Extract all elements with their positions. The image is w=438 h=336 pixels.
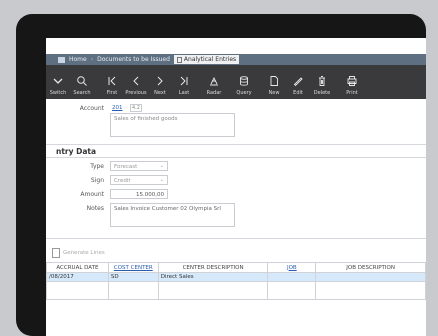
account-description-field[interactable]: Sales of finished goods xyxy=(110,113,235,137)
divider xyxy=(46,238,426,239)
previous-icon xyxy=(133,76,139,86)
type-label: Type xyxy=(90,163,104,170)
amount-label: Amount xyxy=(80,191,104,198)
breadcrumb: Home › Documents to be Issued Analytical… xyxy=(46,54,426,65)
switch-label: Switch xyxy=(49,90,67,96)
column-header-center-description[interactable]: CENTER DESCRIPTION xyxy=(157,262,269,273)
column-header-job-description[interactable]: JOB DESCRIPTION xyxy=(315,262,426,273)
database-icon xyxy=(240,76,248,86)
column-header-job[interactable]: JOB xyxy=(267,262,317,273)
printer-icon xyxy=(347,76,357,86)
edit-label: Edit xyxy=(293,90,303,96)
breadcrumb-current-tab[interactable]: Analytical Entries xyxy=(173,55,240,64)
radar-icon xyxy=(210,76,218,86)
new-button[interactable]: New xyxy=(262,75,286,96)
cell-empty[interactable] xyxy=(315,281,426,300)
search-icon xyxy=(77,76,87,86)
search-label: Search xyxy=(73,90,91,96)
document-icon xyxy=(52,248,60,258)
edit-button[interactable]: Edit xyxy=(286,75,310,96)
next-button[interactable]: Next xyxy=(148,75,172,96)
radar-button[interactable]: Radar xyxy=(202,75,226,96)
switch-button[interactable]: Switch xyxy=(46,75,70,96)
document-icon xyxy=(176,56,182,63)
first-button[interactable]: First xyxy=(100,75,124,96)
divider xyxy=(46,157,426,158)
app-screen: Home › Documents to be Issued Analytical… xyxy=(46,38,426,336)
new-document-icon xyxy=(270,76,278,86)
print-button[interactable]: Print xyxy=(340,75,364,96)
next-label: Next xyxy=(154,90,166,96)
sign-select[interactable]: Credit ⌄ xyxy=(110,175,168,185)
new-label: New xyxy=(268,90,280,96)
first-icon xyxy=(108,76,116,86)
notes-label: Notes xyxy=(86,205,104,212)
last-button[interactable]: Last xyxy=(172,75,196,96)
pencil-icon xyxy=(293,77,303,87)
last-label: Last xyxy=(178,90,190,96)
account-sub-field[interactable]: 4.2 xyxy=(130,104,142,112)
sign-value: Credit xyxy=(114,178,131,184)
print-label: Print xyxy=(346,90,358,96)
toolbar: Switch Search First Previous Next Last R… xyxy=(46,65,426,99)
breadcrumb-separator: › xyxy=(90,56,94,63)
cell-empty[interactable] xyxy=(107,281,159,300)
query-label: Query xyxy=(236,90,252,96)
divider xyxy=(46,144,426,145)
next-icon xyxy=(157,76,163,86)
notes-field[interactable]: Sales Invoice Customer 02 Olympia Srl xyxy=(110,203,235,227)
column-header-accrual-date[interactable]: ACCRUAL DATE xyxy=(46,262,109,273)
cell-job[interactable] xyxy=(267,272,317,282)
table-row[interactable] xyxy=(46,281,426,300)
cell-center-description[interactable]: Direct Sales xyxy=(157,272,269,282)
sign-label: Sign xyxy=(90,177,104,184)
type-value: Forecast xyxy=(114,164,138,170)
cell-accrual-date[interactable]: /08/2017 xyxy=(46,272,109,282)
trash-icon xyxy=(319,76,325,86)
column-header-cost-center[interactable]: COST CENTER xyxy=(107,262,159,273)
generate-lines-button[interactable]: Generate Lines xyxy=(52,248,105,258)
account-code-link[interactable]: 201 xyxy=(112,105,123,111)
amount-field[interactable]: 15.000,00 xyxy=(110,189,168,199)
breadcrumb-documents[interactable]: Documents to be Issued xyxy=(97,56,170,63)
previous-button[interactable]: Previous xyxy=(124,75,148,96)
generate-lines-label: Generate Lines xyxy=(63,250,105,256)
chevron-down-icon: ⌄ xyxy=(159,177,164,183)
previous-label: Previous xyxy=(125,90,147,96)
cell-job-description[interactable] xyxy=(315,272,426,282)
chevron-down-icon: ⌄ xyxy=(159,163,164,169)
radar-label: Radar xyxy=(206,90,222,96)
search-button[interactable]: Search xyxy=(70,75,94,96)
table-row[interactable]: /08/2017 SD Direct Sales xyxy=(46,272,426,282)
account-label: Account xyxy=(79,105,104,112)
home-icon xyxy=(58,56,65,63)
delete-label: Delete xyxy=(313,90,331,96)
breadcrumb-current: Analytical Entries xyxy=(183,56,237,63)
table-header-row: ACCRUAL DATE COST CENTER CENTER DESCRIPT… xyxy=(46,262,426,273)
first-label: First xyxy=(106,90,118,96)
cell-empty[interactable] xyxy=(267,281,317,300)
breadcrumb-home[interactable]: Home xyxy=(69,56,87,63)
analytical-entries-table: ACCRUAL DATE COST CENTER CENTER DESCRIPT… xyxy=(46,262,426,300)
last-icon xyxy=(180,76,188,86)
section-title-entry-data: ntry Data xyxy=(56,147,97,156)
type-select[interactable]: Forecast ⌄ xyxy=(110,161,168,171)
cell-empty[interactable] xyxy=(157,281,269,300)
switch-icon xyxy=(53,78,63,84)
delete-button[interactable]: Delete xyxy=(310,75,334,96)
query-button[interactable]: Query xyxy=(232,75,256,96)
cell-cost-center[interactable]: SD xyxy=(107,272,159,282)
cell-empty[interactable] xyxy=(46,281,109,300)
